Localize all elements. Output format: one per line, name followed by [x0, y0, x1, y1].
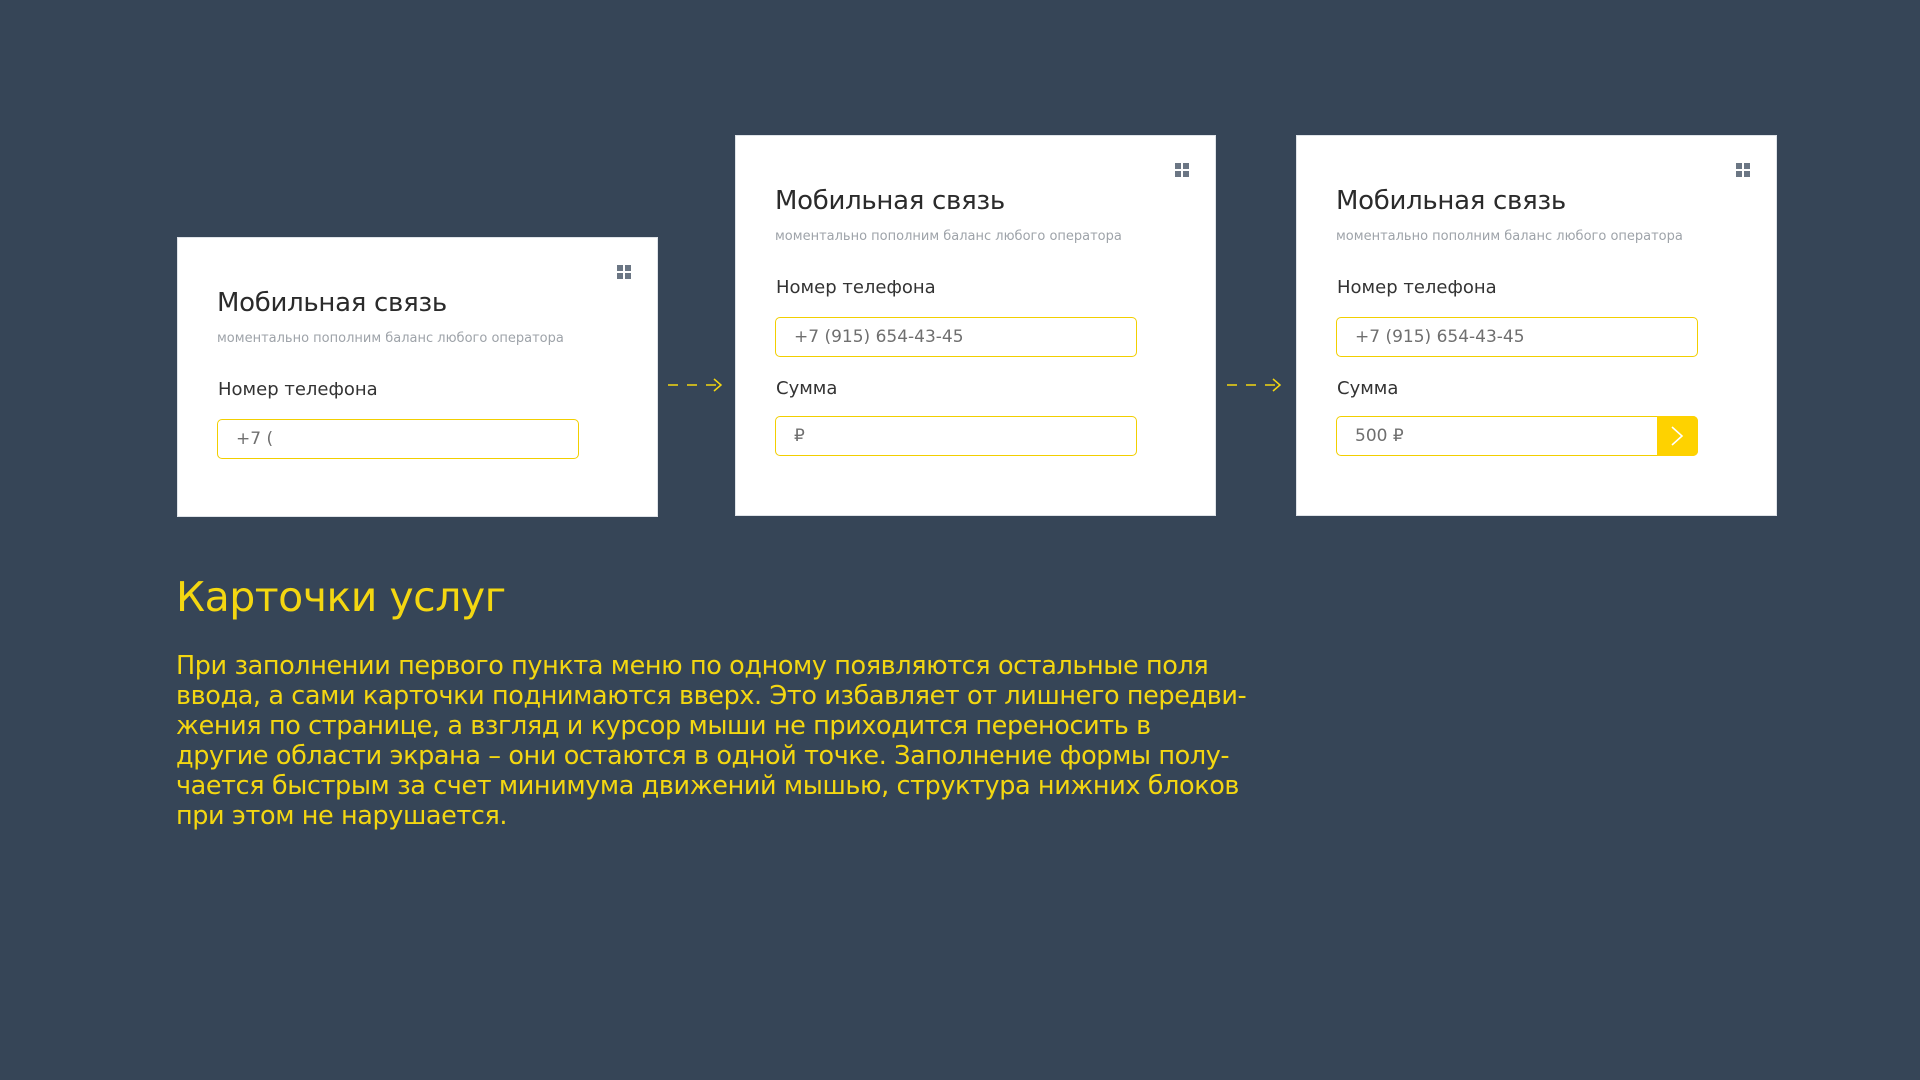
- dashed-arrow-right-icon: [668, 378, 723, 392]
- card-title: Мобильная связь: [775, 186, 1005, 216]
- description-line: при этом не нарушается.: [176, 801, 508, 831]
- phone-input-value: +7 (915) 654-43-45: [1355, 327, 1525, 347]
- sum-input-value: 500 ₽: [1355, 426, 1404, 446]
- phone-input[interactable]: +7 (: [217, 419, 579, 459]
- dashed-arrow-right-icon: [1227, 378, 1282, 392]
- chevron-right-icon: [1671, 426, 1684, 446]
- sum-label: Сумма: [776, 378, 838, 399]
- card-subtitle: моментально пополним баланс любого опера…: [775, 229, 1122, 244]
- grid-icon[interactable]: [617, 265, 632, 280]
- sum-input[interactable]: 500 ₽: [1336, 416, 1698, 456]
- service-card-step-3: Мобильная связь моментально пополним бал…: [1296, 135, 1777, 516]
- grid-icon[interactable]: [1175, 163, 1190, 178]
- description-line: другие области экрана – они остаются в о…: [176, 741, 1230, 771]
- phone-input[interactable]: +7 (915) 654-43-45: [1336, 317, 1698, 357]
- phone-label: Номер телефона: [218, 379, 378, 400]
- description-line: ввода, а сами карточки поднимаются вверх…: [176, 681, 1247, 711]
- phone-input-value: +7 (: [236, 429, 274, 449]
- sum-label: Сумма: [1337, 378, 1399, 399]
- sum-input-value: ₽: [794, 426, 805, 446]
- section-description: При заполнении первого пункта меню по од…: [176, 651, 1247, 831]
- phone-input[interactable]: +7 (915) 654-43-45: [775, 317, 1137, 357]
- description-line: При заполнении первого пункта меню по од…: [176, 651, 1209, 681]
- sum-input[interactable]: ₽: [775, 416, 1137, 456]
- card-title: Мобильная связь: [217, 288, 447, 318]
- submit-button[interactable]: [1657, 416, 1698, 456]
- description-line: жения по странице, а взгляд и курсор мыш…: [176, 711, 1151, 741]
- card-subtitle: моментально пополним баланс любого опера…: [1336, 229, 1683, 244]
- service-card-step-1: Мобильная связь моментально пополним бал…: [177, 237, 658, 517]
- service-card-step-2: Мобильная связь моментально пополним бал…: [735, 135, 1216, 516]
- phone-input-value: +7 (915) 654-43-45: [794, 327, 964, 347]
- section-title: Карточки услуг: [176, 573, 506, 621]
- description-line: чается быстрым за счет минимума движений…: [176, 771, 1240, 801]
- phone-label: Номер телефона: [1337, 277, 1497, 298]
- grid-icon[interactable]: [1736, 163, 1751, 178]
- phone-label: Номер телефона: [776, 277, 936, 298]
- card-title: Мобильная связь: [1336, 186, 1566, 216]
- card-subtitle: моментально пополним баланс любого опера…: [217, 331, 564, 346]
